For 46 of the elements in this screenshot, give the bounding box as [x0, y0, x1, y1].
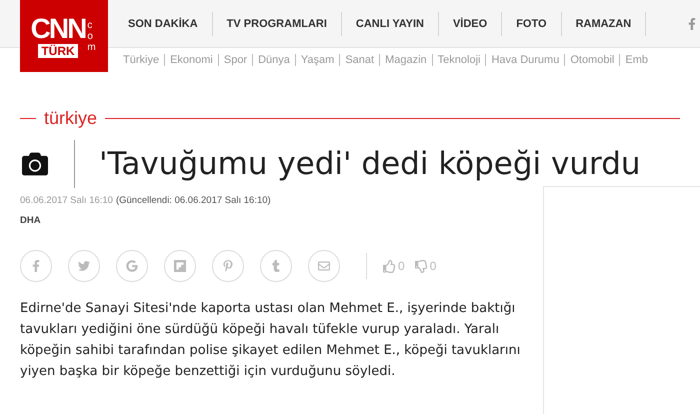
mail-icon	[318, 260, 330, 272]
nav-link[interactable]: SON DAKİKA	[114, 12, 213, 36]
share-button[interactable]	[212, 250, 244, 282]
tumblr-icon	[270, 260, 282, 272]
subnav-link[interactable]: Dünya	[253, 54, 296, 66]
subnav-link[interactable]: Emb	[620, 54, 653, 66]
mail-share-button[interactable]	[308, 250, 340, 282]
google-icon	[126, 260, 138, 272]
like-button[interactable]: 0	[383, 257, 405, 275]
nav-link[interactable]: VİDEO	[438, 12, 502, 36]
logo-subtext: TÜRK	[38, 44, 78, 58]
subnav-link[interactable]: Ekonomi	[165, 54, 219, 66]
facebook-icon	[30, 260, 42, 272]
subnav-link[interactable]: Sanat	[340, 54, 380, 66]
article-body: Edirne'de Sanayi Sitesi'nde kaporta ustası olan Mehmet E., işyerinde baktığı tavukları yediğini öne sürdüğü köpeği havalı tüfekle vurup yaraladı. Yaralı köpeğin sahibi tarafından polise şikayet edilen Mehmet E., köpeği tavuklarını yiyen başka bir köpeğe benzettiği için vurduğunu söyledi.	[20, 300, 522, 381]
subnav-link[interactable]: Otomobil	[565, 54, 620, 66]
flipboard-icon	[174, 260, 186, 272]
publish-date: 06.06.2017 Salı 16:10	[20, 194, 113, 207]
nav-link[interactable]: RAMAZAN	[562, 12, 646, 36]
thumbs-down-icon	[414, 260, 428, 272]
nav-link[interactable]: FOTO	[502, 12, 562, 36]
subnav-link[interactable]: Türkiye	[118, 54, 166, 66]
article-title: 'Tavuğumu yedi' dedi köpeği vurdu	[99, 145, 641, 184]
logo-text: CNN	[30, 14, 86, 44]
logo-domain: com	[87, 20, 97, 52]
share-button[interactable]	[68, 250, 100, 282]
subnav-link[interactable]: Spor	[218, 54, 254, 66]
twitter-icon	[78, 260, 90, 272]
share-button[interactable]	[20, 250, 52, 282]
pinterest-icon	[222, 260, 234, 272]
share-button[interactable]	[260, 250, 292, 282]
share-button[interactable]	[116, 250, 148, 282]
subnav-link[interactable]: Magazin	[380, 54, 433, 66]
update-date: (Güncellendi: 06.06.2017 Salı 16:10)	[116, 194, 271, 207]
news-source: DHA	[20, 214, 41, 228]
nav-link[interactable]: TV PROGRAMLARI	[212, 12, 342, 36]
thumbs-up-icon	[383, 260, 396, 272]
facebook-icon[interactable]	[688, 18, 696, 30]
subnav-link[interactable]: Teknoloji	[432, 54, 486, 66]
nav-link[interactable]: CANLI YAYIN	[342, 12, 439, 36]
subnav-link[interactable]: Yaşam	[296, 54, 340, 66]
subnav-link[interactable]: Hava Durumu	[486, 54, 566, 66]
camera-icon	[20, 151, 50, 177]
share-button[interactable]	[164, 250, 196, 282]
dislike-button[interactable]: 0	[414, 257, 436, 275]
category-label[interactable]: türkiye	[36, 108, 106, 128]
